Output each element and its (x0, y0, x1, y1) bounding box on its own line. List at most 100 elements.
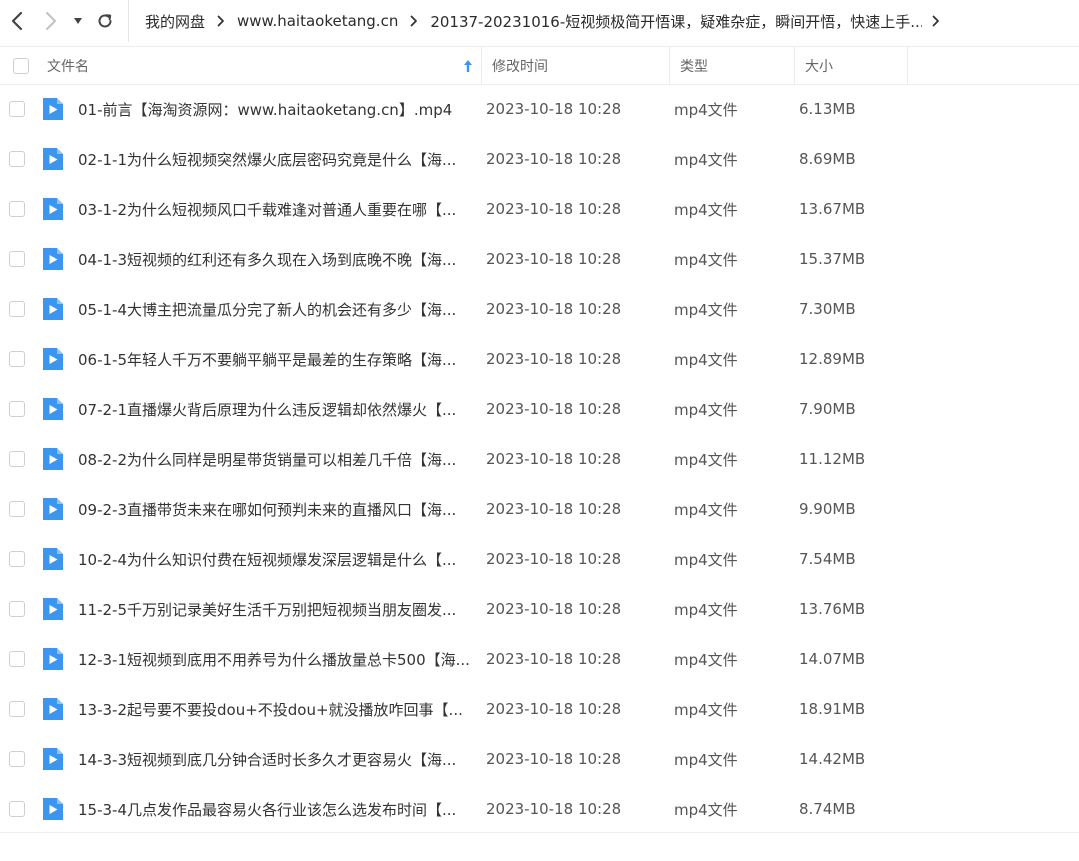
video-file-icon (43, 98, 63, 120)
file-name[interactable]: 02-1-1为什么短视频突然爆火底层密码究竟是什么【海... (78, 149, 475, 170)
column-header-type[interactable]: 类型 (670, 47, 795, 84)
file-name[interactable]: 09-2-3直播带货未来在哪如何预判未来的直播风口【海... (78, 499, 475, 520)
row-checkbox[interactable] (9, 751, 25, 767)
row-checkbox[interactable] (9, 351, 25, 367)
row-select-cell (0, 501, 26, 517)
file-row[interactable]: 13-3-2起号要不要投dou+不投dou+就没播放咋回事【... 2023-1… (0, 684, 1079, 734)
row-checkbox[interactable] (9, 201, 25, 217)
file-name[interactable]: 15-3-4几点发作品最容易火各行业该怎么选发布时间【... (78, 799, 475, 820)
file-row[interactable]: 05-1-4大博主把流量瓜分完了新人的机会还有多少【海... 2023-10-1… (0, 284, 1079, 334)
row-checkbox[interactable] (9, 301, 25, 317)
file-name[interactable]: 01-前言【海淘资源网：www.haitaoketang.cn】.mp4 (78, 99, 475, 120)
video-file-icon (43, 298, 63, 320)
breadcrumb-more-icon[interactable] (932, 15, 940, 27)
file-row[interactable]: 10-2-4为什么知识付费在短视频爆发深层逻辑是什么【... 2023-10-1… (0, 534, 1079, 584)
file-type: mp4文件 (674, 500, 738, 519)
refresh-icon (98, 14, 112, 28)
file-size: 9.90MB (799, 500, 856, 518)
file-type: mp4文件 (674, 200, 738, 219)
back-button[interactable] (0, 0, 34, 42)
file-row[interactable]: 02-1-1为什么短视频突然爆火底层密码究竟是什么【海... 2023-10-1… (0, 134, 1079, 184)
file-row[interactable]: 08-2-2为什么同样是明星带货销量可以相差几千倍【海... 2023-10-1… (0, 434, 1079, 484)
file-name[interactable]: 05-1-4大博主把流量瓜分完了新人的机会还有多少【海... (78, 299, 475, 320)
column-header-modified-time[interactable]: 修改时间 (482, 47, 670, 84)
refresh-button[interactable] (88, 0, 122, 42)
column-header-name[interactable]: 文件名 (40, 47, 482, 84)
file-type: mp4文件 (674, 700, 738, 719)
file-row[interactable]: 04-1-3短视频的红利还有多久现在入场到底晚不晚【海... 2023-10-1… (0, 234, 1079, 284)
file-name[interactable]: 12-3-1短视频到底用不用养号为什么播放量总卡500【海... (78, 649, 475, 670)
file-size: 15.37MB (799, 250, 866, 268)
file-type: mp4文件 (674, 350, 738, 369)
breadcrumb-item-root[interactable]: 我的网盘 (143, 11, 207, 32)
file-name[interactable]: 14-3-3短视频到底几分钟合适时长多久才更容易火【海... (78, 749, 475, 770)
file-name[interactable]: 13-3-2起号要不要投dou+不投dou+就没播放咋回事【... (78, 699, 475, 720)
file-modified-time: 2023-10-18 10:28 (486, 700, 622, 718)
file-modified-time: 2023-10-18 10:28 (486, 600, 622, 618)
video-file-icon (43, 148, 63, 170)
chevron-right-icon (45, 11, 57, 31)
column-header-modified-time-label: 修改时间 (492, 58, 548, 75)
row-checkbox[interactable] (9, 651, 25, 667)
file-row[interactable]: 09-2-3直播带货未来在哪如何预判未来的直播风口【海... 2023-10-1… (0, 484, 1079, 534)
row-checkbox[interactable] (9, 101, 25, 117)
file-size: 7.90MB (799, 400, 856, 418)
file-row[interactable]: 14-3-3短视频到底几分钟合适时长多久才更容易火【海... 2023-10-1… (0, 734, 1079, 784)
file-type: mp4文件 (674, 750, 738, 769)
caret-down-icon (74, 18, 82, 24)
video-file-icon (43, 348, 63, 370)
row-checkbox[interactable] (9, 701, 25, 717)
file-row[interactable]: 11-2-5千万别记录美好生活千万别把短视频当朋友圈发... 2023-10-1… (0, 584, 1079, 634)
row-checkbox[interactable] (9, 151, 25, 167)
column-header-size[interactable]: 大小 (795, 47, 908, 84)
file-modified-time: 2023-10-18 10:28 (486, 550, 622, 568)
row-select-cell (0, 601, 26, 617)
breadcrumb-item-current-folder[interactable]: 20137-20231016-短视频极简开悟课，疑难杂症，瞬间开悟，快速上手..… (428, 11, 922, 32)
file-row[interactable]: 06-1-5年轻人千万不要躺平躺平是最差的生存策略【海... 2023-10-1… (0, 334, 1079, 384)
select-all-checkbox[interactable] (13, 57, 29, 74)
row-checkbox[interactable] (9, 451, 25, 467)
row-checkbox[interactable] (9, 401, 25, 417)
file-modified-time: 2023-10-18 10:28 (486, 100, 622, 118)
sort-ascending-icon (464, 59, 472, 72)
file-name[interactable]: 07-2-1直播爆火背后原理为什么违反逻辑却依然爆火【... (78, 399, 475, 420)
file-name[interactable]: 04-1-3短视频的红利还有多久现在入场到底晚不晚【海... (78, 249, 475, 270)
file-name[interactable]: 03-1-2为什么短视频风口千载难逢对普通人重要在哪【... (78, 199, 475, 220)
file-name[interactable]: 10-2-4为什么知识付费在短视频爆发深层逻辑是什么【... (78, 549, 475, 570)
file-type: mp4文件 (674, 650, 738, 669)
row-checkbox[interactable] (9, 251, 25, 267)
file-modified-time: 2023-10-18 10:28 (486, 500, 622, 518)
file-row[interactable]: 07-2-1直播爆火背后原理为什么违反逻辑却依然爆火【... 2023-10-1… (0, 384, 1079, 434)
row-checkbox[interactable] (9, 501, 25, 517)
file-type: mp4文件 (674, 300, 738, 319)
breadcrumb-item-site[interactable]: www.haitaoketang.cn (235, 12, 400, 30)
file-size: 12.89MB (799, 350, 866, 368)
file-type: mp4文件 (674, 800, 738, 819)
history-navigation (0, 0, 129, 42)
video-file-icon (43, 398, 63, 420)
file-modified-time: 2023-10-18 10:28 (486, 800, 622, 818)
video-file-icon (43, 248, 63, 270)
file-row[interactable]: 01-前言【海淘资源网：www.haitaoketang.cn】.mp4 202… (0, 84, 1079, 134)
row-checkbox[interactable] (9, 601, 25, 617)
video-file-icon (43, 798, 63, 820)
row-checkbox[interactable] (9, 551, 25, 567)
video-file-icon (43, 498, 63, 520)
file-name[interactable]: 08-2-2为什么同样是明星带货销量可以相差几千倍【海... (78, 449, 475, 470)
video-file-icon (43, 698, 63, 720)
file-modified-time: 2023-10-18 10:28 (486, 450, 622, 468)
file-row[interactable]: 03-1-2为什么短视频风口千载难逢对普通人重要在哪【... 2023-10-1… (0, 184, 1079, 234)
row-select-cell (0, 751, 26, 767)
history-dropdown-button[interactable] (68, 0, 88, 42)
file-size: 6.13MB (799, 100, 856, 118)
file-type: mp4文件 (674, 150, 738, 169)
row-checkbox[interactable] (9, 801, 25, 817)
forward-button[interactable] (34, 0, 68, 42)
file-modified-time: 2023-10-18 10:28 (486, 300, 622, 318)
file-row[interactable]: 12-3-1短视频到底用不用养号为什么播放量总卡500【海... 2023-10… (0, 634, 1079, 684)
video-file-icon (43, 448, 63, 470)
file-name[interactable]: 11-2-5千万别记录美好生活千万别把短视频当朋友圈发... (78, 599, 475, 620)
file-name[interactable]: 06-1-5年轻人千万不要躺平躺平是最差的生存策略【海... (78, 349, 475, 370)
file-row[interactable]: 15-3-4几点发作品最容易火各行业该怎么选发布时间【... 2023-10-1… (0, 784, 1079, 834)
breadcrumb-separator-icon (217, 15, 225, 27)
